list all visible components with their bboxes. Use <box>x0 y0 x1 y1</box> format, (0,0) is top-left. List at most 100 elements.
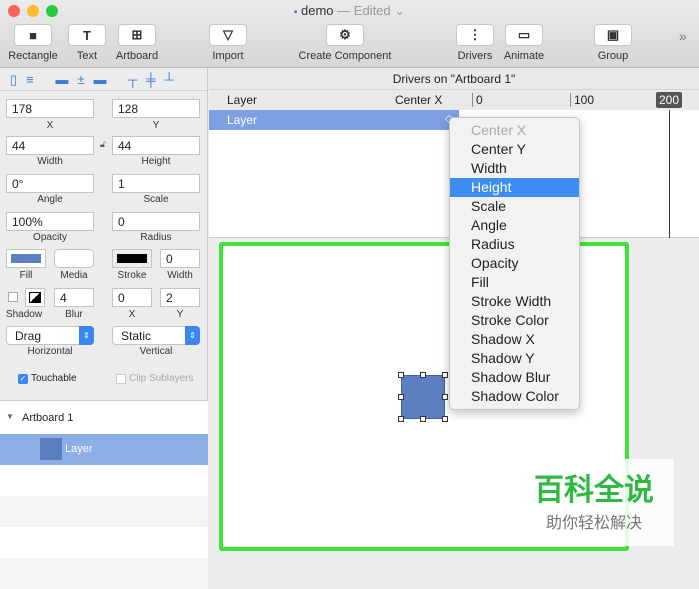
watermark-title: 百科全说 <box>534 474 654 507</box>
menu-item-width[interactable]: Width <box>450 159 579 178</box>
playhead-label[interactable]: 200 <box>656 92 683 108</box>
animate-icon: ▭ <box>505 24 543 46</box>
menu-item-scale[interactable]: Scale <box>450 197 579 216</box>
blur-input[interactable]: 4 <box>54 288 94 307</box>
shadow-x-input[interactable]: 0 <box>112 288 152 307</box>
import-button[interactable]: ▽ Import <box>206 24 250 62</box>
media-well[interactable] <box>54 249 94 268</box>
menu-item-radius[interactable]: Radius <box>450 235 579 254</box>
disclosure-triangle-icon[interactable]: ▼ <box>6 412 14 421</box>
fill-label: Fill <box>19 270 33 281</box>
shadow-label: Shadow <box>5 309 43 320</box>
menu-item-fill[interactable]: Fill <box>450 273 579 292</box>
layer-name: Artboard 1 <box>22 412 74 424</box>
edited-status[interactable]: — Edited ⌄ <box>337 3 405 18</box>
lock-icon[interactable]: 🔓︎ <box>100 139 106 150</box>
ruler-tick: 100 <box>570 93 594 107</box>
label: Drivers <box>457 50 493 62</box>
scale-input[interactable]: 1 <box>112 174 200 193</box>
width-label: Width <box>37 156 63 167</box>
ruler-tick: 0 <box>472 93 483 107</box>
menu-item-shadow-blur[interactable]: Shadow Blur <box>450 368 579 387</box>
clip-sublayers-checkbox[interactable] <box>116 374 126 384</box>
animate-button[interactable]: ▭ Animate <box>502 24 546 62</box>
menu-item-center-x: Center X <box>471 122 527 138</box>
vertical-select[interactable]: Static ⇕ <box>112 326 200 345</box>
toolbar-overflow-button[interactable]: » <box>679 28 687 44</box>
drivers-icon: ⋮ <box>456 24 494 46</box>
column-property[interactable]: Center X <box>395 93 442 107</box>
layer-row-artboard[interactable]: ▼ Artboard 1 <box>0 402 208 433</box>
shadow-checkbox[interactable] <box>8 292 18 302</box>
rectangle-icon: ■ <box>14 24 52 46</box>
menu-item-shadow-y[interactable]: Shadow Y <box>450 349 579 368</box>
width-input[interactable]: 44 <box>6 136 94 155</box>
stepper-icon: ⇕ <box>79 326 94 345</box>
drivers-header: Layer Center X 0 100 200 <box>209 90 699 110</box>
gears-icon: ⚙ <box>326 24 364 46</box>
create-component-button[interactable]: ⚙ Create Component <box>292 24 398 62</box>
shadow-y-label: Y <box>176 309 184 320</box>
title-toolbar: ▪ demo — Edited ⌄ ■ Rectangle T Text ⊞ Artb… <box>0 0 699 68</box>
shadow-y-input[interactable]: 2 <box>160 288 200 307</box>
text-icon: T <box>68 24 106 46</box>
fill-swatch <box>11 254 41 263</box>
y-label: Y <box>152 120 160 131</box>
stroke-width-label: Width <box>167 270 193 281</box>
shadow-color-well[interactable] <box>25 288 45 307</box>
stepper-icon: ⇕ <box>185 326 200 345</box>
angle-label: Angle <box>37 194 63 205</box>
align-toolbar[interactable]: ▯≡ ▬±▬ ┬╪┴ <box>10 72 183 88</box>
artboard-icon: ⊞ <box>118 24 156 46</box>
artboard-button[interactable]: ⊞ Artboard <box>112 24 162 62</box>
menu-item-shadow-color[interactable]: Shadow Color <box>450 387 579 406</box>
watermark: 百科全说 助你轻松解决 <box>514 459 674 546</box>
divider <box>0 90 208 91</box>
y-input[interactable]: 128 <box>112 99 200 118</box>
x-label: X <box>46 120 54 131</box>
playhead-line[interactable] <box>669 110 670 238</box>
stroke-well[interactable] <box>112 249 152 268</box>
column-layer: Layer <box>227 93 258 107</box>
menu-item-angle[interactable]: Angle <box>450 216 579 235</box>
layers-list: ▼ Artboard 1 Layer <box>0 400 208 589</box>
window-title: ▪ demo — Edited ⌄ <box>0 3 699 19</box>
drivers-button[interactable]: ⋮ Drivers <box>455 24 495 62</box>
driver-layer-name: Layer <box>227 113 258 127</box>
label: Artboard <box>115 50 159 62</box>
clip-sublayers-label: Clip Sublayers <box>129 373 194 384</box>
label: Rectangle <box>8 50 58 62</box>
fill-well[interactable] <box>6 249 46 268</box>
layer-thumbnail <box>40 438 62 460</box>
document-icon: ▪ <box>293 7 298 18</box>
stroke-width-input[interactable]: 0 <box>160 249 200 268</box>
radius-input[interactable]: 0 <box>112 212 200 231</box>
selected-layer-rect[interactable] <box>401 375 445 419</box>
menu-item-height[interactable]: Height <box>450 178 579 197</box>
radius-label: Radius <box>140 232 172 243</box>
opacity-input[interactable]: 100% <box>6 212 94 231</box>
group-button[interactable]: ▣ Group <box>592 24 634 62</box>
height-input[interactable]: 44 <box>112 136 200 155</box>
x-input[interactable]: 178 <box>6 99 94 118</box>
height-label: Height <box>141 156 171 167</box>
shadow-x-label: X <box>128 309 136 320</box>
scale-label: Scale <box>143 194 169 205</box>
touchable-checkbox[interactable]: ✓ <box>18 374 28 384</box>
menu-item-shadow-x[interactable]: Shadow X <box>450 330 579 349</box>
angle-input[interactable]: 0° <box>6 174 94 193</box>
driver-row[interactable]: Layer ◇ <box>209 110 459 130</box>
menu-item-center-y[interactable]: Center Y <box>450 140 579 159</box>
opacity-label: Opacity <box>33 232 67 243</box>
horizontal-label: Horizontal <box>27 346 73 357</box>
label: Group <box>597 50 629 62</box>
horizontal-select[interactable]: Drag ⇕ <box>6 326 94 345</box>
rectangle-button[interactable]: ■ Rectangle <box>6 24 60 62</box>
horizontal-value: Drag <box>15 329 42 343</box>
menu-item-stroke-color[interactable]: Stroke Color <box>450 311 579 330</box>
menu-item-stroke-width[interactable]: Stroke Width <box>450 292 579 311</box>
layer-row-layer[interactable]: Layer <box>0 434 208 465</box>
media-label: Media <box>60 270 88 281</box>
text-button[interactable]: T Text <box>67 24 107 62</box>
menu-item-opacity[interactable]: Opacity <box>450 254 579 273</box>
